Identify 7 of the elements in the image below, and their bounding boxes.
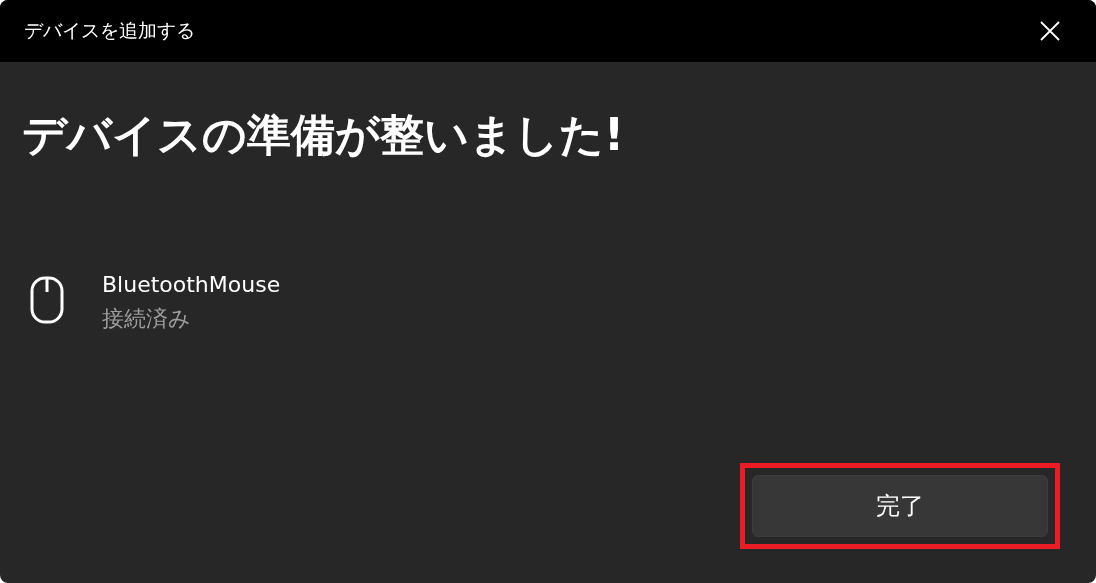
device-status: 接続済み [102,305,192,333]
window-title: デバイスを追加する [24,18,195,43]
done-button[interactable]: 完了 [752,475,1048,537]
dialog-heading: デバイスの準備が整いました! [22,108,626,162]
close-icon[interactable] [1040,21,1060,41]
mouse-icon [30,276,64,324]
device-name: BluetoothMouse [102,271,281,299]
